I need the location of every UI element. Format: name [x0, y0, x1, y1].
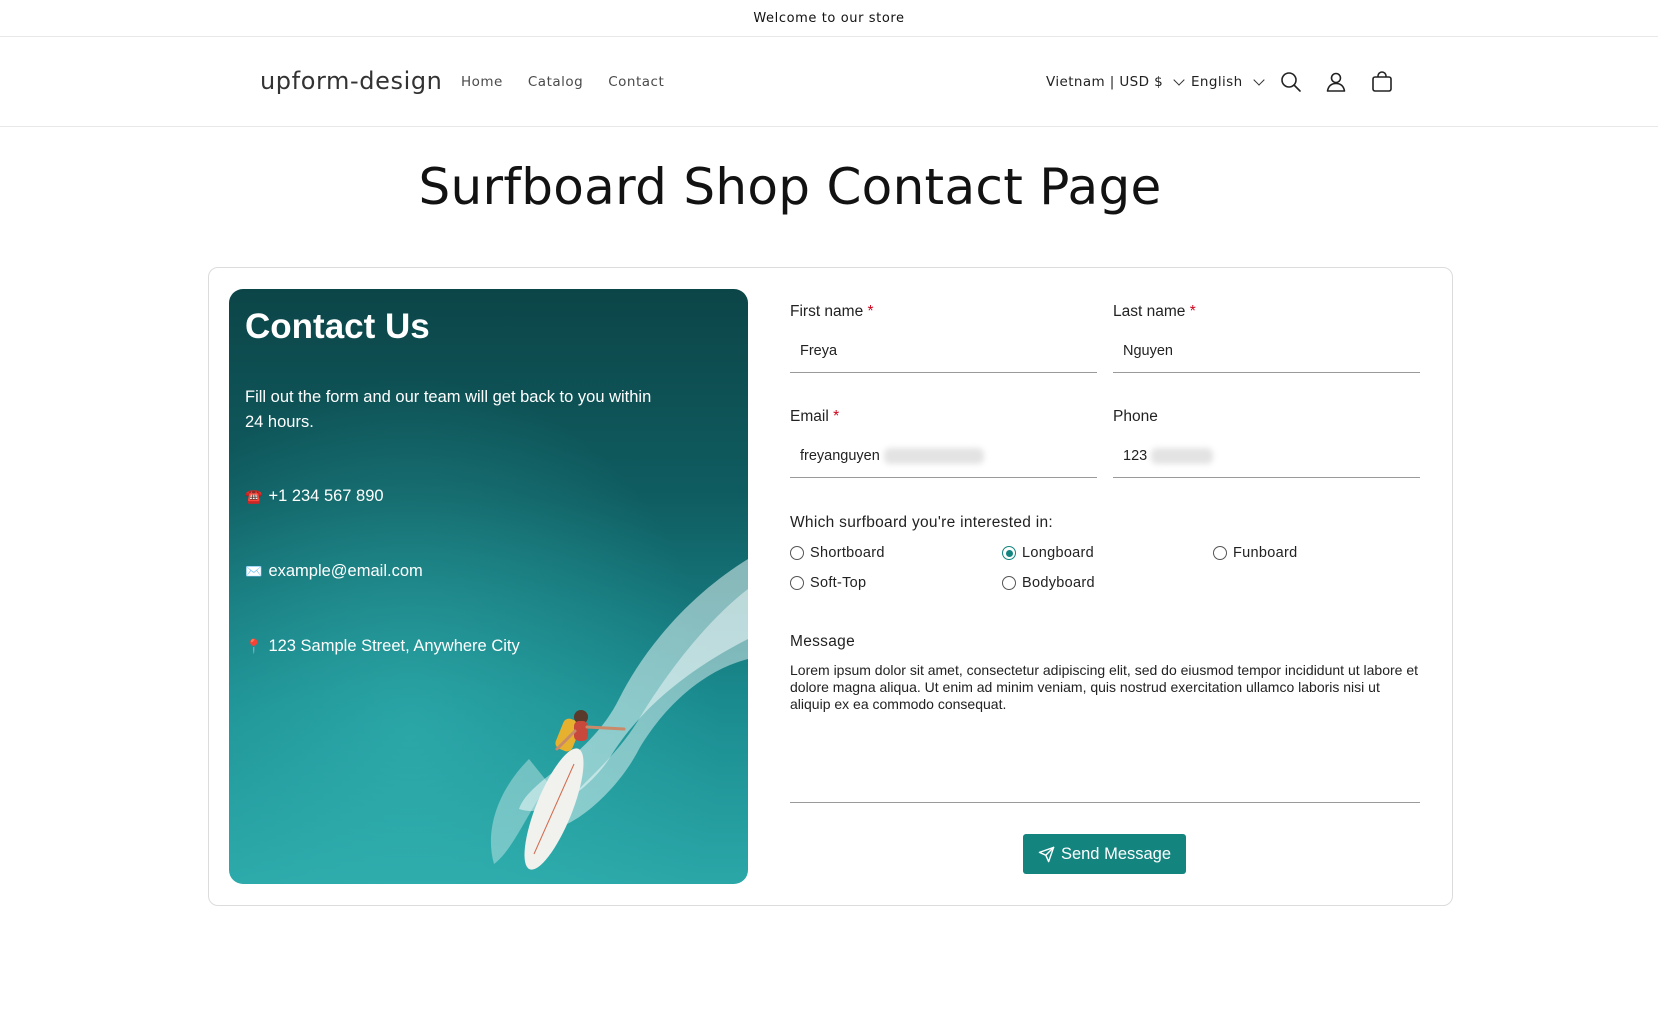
email-text: example@email.com	[268, 562, 423, 580]
contact-phone: ☎️ +1 234 567 890	[245, 487, 384, 506]
chevron-down-icon	[1252, 73, 1265, 86]
country-selector[interactable]: Vietnam | USD $	[1046, 73, 1185, 90]
contact-panel: Contact Us Fill out the form and our tea…	[229, 289, 748, 884]
account-icon[interactable]	[1324, 70, 1348, 94]
radio-circle[interactable]	[790, 576, 804, 590]
surfboard-question: Which surfboard you're interested in:	[790, 514, 1054, 531]
cart-icon[interactable]	[1370, 70, 1394, 94]
send-message-button[interactable]: Send Message	[1023, 834, 1186, 874]
first-name-label: First name *	[790, 303, 874, 320]
radio-circle-selected[interactable]	[1002, 546, 1016, 560]
redacted-blur	[883, 447, 984, 464]
nav-link-catalog[interactable]: Catalog	[528, 74, 583, 90]
search-icon[interactable]	[1279, 70, 1303, 94]
phone-label: Phone	[1113, 408, 1158, 425]
contact-heading: Contact Us	[245, 307, 430, 346]
last-name-label: Last name *	[1113, 303, 1196, 320]
language-selector[interactable]: English	[1191, 73, 1265, 90]
phone-icon: ☎️	[245, 488, 263, 504]
nav-link-contact[interactable]: Contact	[608, 74, 664, 90]
first-name-input[interactable]: Freya	[790, 329, 1097, 373]
message-underline	[790, 802, 1420, 803]
required-asterisk: *	[833, 408, 840, 425]
store-logo[interactable]: upform-design	[260, 67, 442, 95]
nav-link-home[interactable]: Home	[461, 74, 503, 90]
required-asterisk: *	[867, 303, 874, 320]
phone-input[interactable]: 123	[1113, 434, 1420, 478]
announcement-text: Welcome to our store	[753, 10, 905, 26]
contact-intro: Fill out the form and our team will get …	[245, 388, 652, 431]
radio-bodyboard[interactable]: Bodyboard	[1002, 575, 1095, 591]
required-asterisk: *	[1189, 303, 1196, 320]
language-label: English	[1191, 74, 1243, 90]
radio-circle[interactable]	[1213, 546, 1227, 560]
contact-address: 📍 123 Sample Street, Anywhere City	[245, 637, 520, 656]
email-icon: ✉️	[245, 563, 263, 579]
page-title: Surfboard Shop Contact Page	[418, 158, 1162, 216]
radio-longboard[interactable]: Longboard	[1002, 545, 1094, 561]
address-text: 123 Sample Street, Anywhere City	[268, 637, 520, 655]
email-label: Email *	[790, 408, 840, 425]
radio-soft-top[interactable]: Soft-Top	[790, 575, 866, 591]
surfer-ocean-image	[229, 289, 748, 884]
message-label: Message	[790, 633, 855, 650]
phone-text: +1 234 567 890	[268, 487, 384, 505]
site-header: upform-design Home Catalog Contact Vietn…	[0, 37, 1658, 127]
radio-circle[interactable]	[790, 546, 804, 560]
redacted-blur	[1151, 447, 1214, 464]
country-label: Vietnam | USD $	[1046, 74, 1164, 90]
chevron-down-icon	[1173, 73, 1185, 86]
main-nav: Home Catalog Contact	[461, 74, 664, 90]
email-input[interactable]: freyanguyen	[790, 434, 1097, 478]
contact-email: ✉️ example@email.com	[245, 562, 423, 581]
location-pin-icon: 📍	[245, 638, 263, 654]
send-message-label: Send Message	[1060, 844, 1172, 863]
announcement-bar: Welcome to our store	[0, 0, 1658, 37]
last-name-input[interactable]: Nguyen	[1113, 329, 1420, 373]
radio-shortboard[interactable]: Shortboard	[790, 545, 885, 561]
paper-plane-icon	[1038, 846, 1055, 862]
radio-funboard[interactable]: Funboard	[1213, 545, 1297, 561]
radio-circle[interactable]	[1002, 576, 1016, 590]
message-textarea[interactable]: Lorem ipsum dolor sit amet, consectetur …	[790, 662, 1420, 713]
